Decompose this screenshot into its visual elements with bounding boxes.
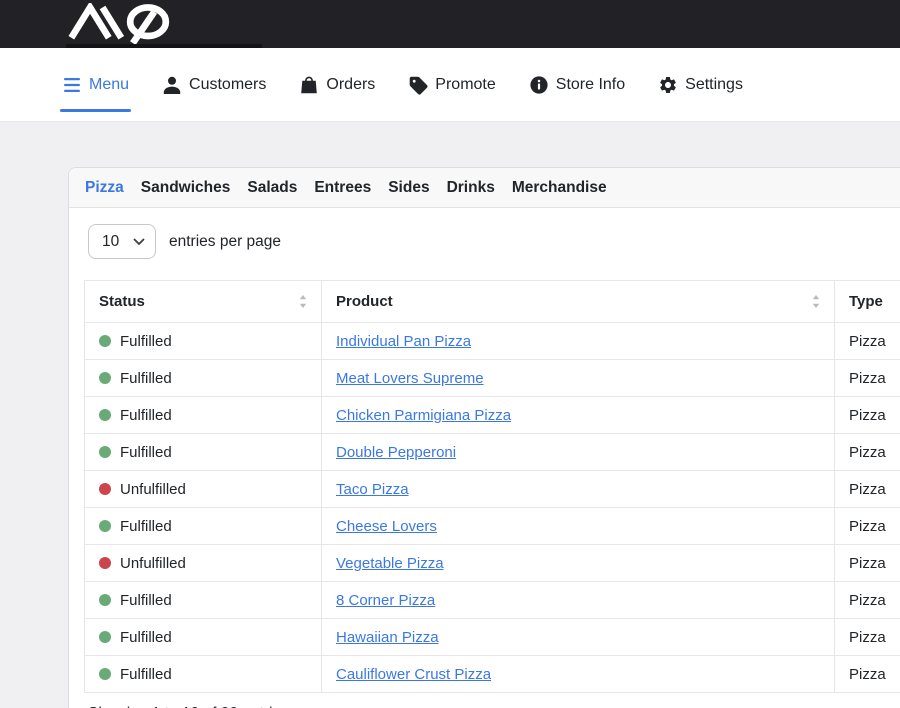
products-table: Status Product bbox=[84, 280, 900, 693]
sort-icon bbox=[299, 295, 307, 308]
status-label: Unfulfilled bbox=[120, 481, 186, 498]
nav-label: Customers bbox=[189, 76, 266, 94]
table-row: Fulfilled 8 Corner Pizza Pizza bbox=[85, 582, 900, 619]
nav-item-menu[interactable]: Menu bbox=[62, 76, 129, 94]
status-label: Fulfilled bbox=[120, 518, 172, 535]
nav-label: Menu bbox=[89, 76, 129, 94]
status-dot bbox=[99, 446, 111, 458]
table-row: Fulfilled Double Pepperoni Pizza bbox=[85, 434, 900, 471]
nav-item-customers[interactable]: Customers bbox=[162, 75, 266, 95]
logo-underline-strip bbox=[66, 44, 262, 48]
type-cell: Pizza bbox=[835, 508, 900, 545]
table-header-row: Status Product bbox=[85, 281, 900, 323]
status-dot bbox=[99, 594, 111, 606]
entries-per-page-value: 10 bbox=[102, 233, 119, 251]
top-header-bar bbox=[0, 0, 900, 48]
gear-icon bbox=[658, 75, 678, 95]
status-label: Fulfilled bbox=[120, 666, 172, 683]
product-link[interactable]: Cauliflower Crust Pizza bbox=[336, 666, 491, 683]
type-cell: Pizza bbox=[835, 323, 900, 360]
sort-icon bbox=[812, 295, 820, 308]
nav-item-orders[interactable]: Orders bbox=[299, 75, 375, 95]
column-label: Status bbox=[99, 293, 145, 310]
main-navigation: Menu Customers Orders Promote bbox=[0, 48, 900, 122]
hamburger-icon bbox=[62, 76, 82, 94]
column-header-product[interactable]: Product bbox=[322, 281, 835, 323]
table-row: Fulfilled Individual Pan Pizza Pizza bbox=[85, 323, 900, 360]
tab-merchandise[interactable]: Merchandise bbox=[512, 179, 607, 197]
table-row: Unfulfilled Vegetable Pizza Pizza bbox=[85, 545, 900, 582]
tab-sides[interactable]: Sides bbox=[388, 179, 429, 197]
type-cell: Pizza bbox=[835, 619, 900, 656]
info-circle-icon bbox=[529, 75, 549, 95]
column-label: Product bbox=[336, 293, 393, 310]
status-label: Fulfilled bbox=[120, 370, 172, 387]
product-link[interactable]: Taco Pizza bbox=[336, 481, 409, 498]
entries-per-page-row: 10 entries per page bbox=[84, 224, 900, 259]
nav-item-store-info[interactable]: Store Info bbox=[529, 75, 625, 95]
table-row: Fulfilled Meat Lovers Supreme Pizza bbox=[85, 360, 900, 397]
type-cell: Pizza bbox=[835, 397, 900, 434]
status-label: Fulfilled bbox=[120, 629, 172, 646]
page-content: Pizza Sandwiches Salads Entrees Sides Dr… bbox=[0, 122, 900, 708]
chevron-down-icon bbox=[133, 238, 145, 246]
status-dot bbox=[99, 409, 111, 421]
column-header-type[interactable]: Type bbox=[835, 281, 900, 323]
table-row: Unfulfilled Taco Pizza Pizza bbox=[85, 471, 900, 508]
product-link[interactable]: Double Pepperoni bbox=[336, 444, 456, 461]
menu-card: Pizza Sandwiches Salads Entrees Sides Dr… bbox=[68, 167, 900, 708]
status-label: Fulfilled bbox=[120, 333, 172, 350]
tag-icon bbox=[408, 75, 428, 95]
nav-label: Settings bbox=[685, 76, 743, 94]
tab-drinks[interactable]: Drinks bbox=[447, 179, 495, 197]
type-cell: Pizza bbox=[835, 360, 900, 397]
category-tabs: Pizza Sandwiches Salads Entrees Sides Dr… bbox=[69, 168, 900, 208]
status-label: Fulfilled bbox=[120, 444, 172, 461]
type-cell: Pizza bbox=[835, 434, 900, 471]
nav-label: Promote bbox=[435, 76, 495, 94]
status-label: Fulfilled bbox=[120, 592, 172, 609]
product-link[interactable]: 8 Corner Pizza bbox=[336, 592, 435, 609]
status-label: Unfulfilled bbox=[120, 555, 186, 572]
column-header-status[interactable]: Status bbox=[85, 281, 322, 323]
entries-per-page-label: entries per page bbox=[169, 233, 281, 251]
status-dot bbox=[99, 668, 111, 680]
status-dot bbox=[99, 557, 111, 569]
status-dot bbox=[99, 631, 111, 643]
nav-label: Orders bbox=[326, 76, 375, 94]
shopping-bag-icon bbox=[299, 75, 319, 95]
tab-entrees[interactable]: Entrees bbox=[314, 179, 371, 197]
column-label: Type bbox=[849, 293, 883, 310]
product-link[interactable]: Meat Lovers Supreme bbox=[336, 370, 484, 387]
table-row: Fulfilled Cheese Lovers Pizza bbox=[85, 508, 900, 545]
nav-item-promote[interactable]: Promote bbox=[408, 75, 495, 95]
product-link[interactable]: Chicken Parmigiana Pizza bbox=[336, 407, 511, 424]
status-dot bbox=[99, 520, 111, 532]
tab-salads[interactable]: Salads bbox=[247, 179, 297, 197]
tab-pizza[interactable]: Pizza bbox=[85, 179, 124, 197]
table-row: Fulfilled Hawaiian Pizza Pizza bbox=[85, 619, 900, 656]
table-row: Fulfilled Chicken Parmigiana Pizza Pizza bbox=[85, 397, 900, 434]
product-link[interactable]: Vegetable Pizza bbox=[336, 555, 444, 572]
type-cell: Pizza bbox=[835, 656, 900, 693]
card-body: 10 entries per page Status bbox=[69, 208, 900, 708]
status-dot bbox=[99, 483, 111, 495]
type-cell: Pizza bbox=[835, 471, 900, 508]
status-dot bbox=[99, 335, 111, 347]
nav-item-settings[interactable]: Settings bbox=[658, 75, 743, 95]
type-cell: Pizza bbox=[835, 582, 900, 619]
person-icon bbox=[162, 75, 182, 95]
tab-sandwiches[interactable]: Sandwiches bbox=[141, 179, 231, 197]
table-row: Fulfilled Cauliflower Crust Pizza Pizza bbox=[85, 656, 900, 693]
product-link[interactable]: Hawaiian Pizza bbox=[336, 629, 439, 646]
product-link[interactable]: Cheese Lovers bbox=[336, 518, 437, 535]
nav-label: Store Info bbox=[556, 76, 625, 94]
product-link[interactable]: Individual Pan Pizza bbox=[336, 333, 471, 350]
status-label: Fulfilled bbox=[120, 407, 172, 424]
app-logo bbox=[66, 3, 171, 44]
type-cell: Pizza bbox=[835, 545, 900, 582]
status-dot bbox=[99, 372, 111, 384]
entries-per-page-select[interactable]: 10 bbox=[88, 224, 156, 259]
